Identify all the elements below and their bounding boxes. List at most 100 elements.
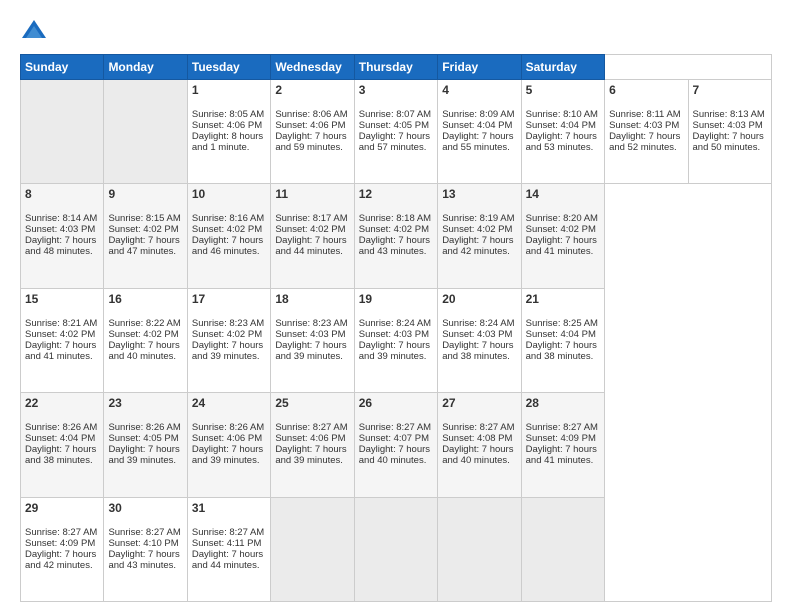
sunrise-text: Sunrise: 8:14 AM [25, 213, 97, 224]
sunrise-text: Sunrise: 8:17 AM [275, 213, 347, 224]
weekday-header-wednesday: Wednesday [271, 55, 354, 80]
calendar-cell [521, 497, 604, 601]
sunrise-text: Sunrise: 8:27 AM [526, 422, 598, 433]
daylight-text: Daylight: 7 hours and 39 minutes. [192, 444, 263, 466]
day-number: 27 [442, 396, 516, 410]
daylight-text: Daylight: 7 hours and 40 minutes. [359, 444, 430, 466]
sunset-text: Sunset: 4:02 PM [526, 224, 596, 235]
sunset-text: Sunset: 4:06 PM [192, 120, 262, 131]
sunrise-text: Sunrise: 8:22 AM [108, 318, 180, 329]
day-number: 26 [359, 396, 433, 410]
day-number: 8 [25, 187, 99, 201]
daylight-text: Daylight: 7 hours and 48 minutes. [25, 235, 96, 257]
calendar-cell: 2Sunrise: 8:06 AMSunset: 4:06 PMDaylight… [271, 80, 354, 184]
calendar-cell: 1Sunrise: 8:05 AMSunset: 4:06 PMDaylight… [187, 80, 270, 184]
daylight-text: Daylight: 7 hours and 44 minutes. [192, 549, 263, 571]
day-number: 16 [108, 292, 182, 306]
calendar-cell [438, 497, 521, 601]
sunrise-text: Sunrise: 8:27 AM [359, 422, 431, 433]
sunset-text: Sunset: 4:03 PM [693, 120, 763, 131]
sunrise-text: Sunrise: 8:10 AM [526, 109, 598, 120]
logo [20, 16, 52, 44]
sunset-text: Sunset: 4:04 PM [442, 120, 512, 131]
daylight-text: Daylight: 7 hours and 41 minutes. [526, 444, 597, 466]
calendar-cell: 26Sunrise: 8:27 AMSunset: 4:07 PMDayligh… [354, 393, 437, 497]
calendar-cell: 31Sunrise: 8:27 AMSunset: 4:11 PMDayligh… [187, 497, 270, 601]
sunrise-text: Sunrise: 8:26 AM [25, 422, 97, 433]
daylight-text: Daylight: 7 hours and 42 minutes. [25, 549, 96, 571]
daylight-text: Daylight: 7 hours and 41 minutes. [526, 235, 597, 257]
calendar-week-3: 15Sunrise: 8:21 AMSunset: 4:02 PMDayligh… [21, 288, 772, 392]
sunrise-text: Sunrise: 8:21 AM [25, 318, 97, 329]
daylight-text: Daylight: 7 hours and 38 minutes. [442, 340, 513, 362]
sunrise-text: Sunrise: 8:27 AM [442, 422, 514, 433]
sunset-text: Sunset: 4:02 PM [442, 224, 512, 235]
daylight-text: Daylight: 7 hours and 57 minutes. [359, 131, 430, 153]
page: SundayMondayTuesdayWednesdayThursdayFrid… [0, 0, 792, 612]
sunset-text: Sunset: 4:03 PM [609, 120, 679, 131]
calendar-cell: 4Sunrise: 8:09 AMSunset: 4:04 PMDaylight… [438, 80, 521, 184]
sunrise-text: Sunrise: 8:26 AM [108, 422, 180, 433]
sunset-text: Sunset: 4:08 PM [442, 433, 512, 444]
sunrise-text: Sunrise: 8:24 AM [359, 318, 431, 329]
calendar-cell: 27 Sunrise: 8:27 AMSunset: 4:08 PMDayligh… [438, 393, 521, 497]
day-number: 24 [192, 396, 266, 410]
sunrise-text: Sunrise: 8:18 AM [359, 213, 431, 224]
day-number: 17 [192, 292, 266, 306]
calendar-week-4: 22Sunrise: 8:26 AMSunset: 4:04 PMDayligh… [21, 393, 772, 497]
sunset-text: Sunset: 4:04 PM [25, 433, 95, 444]
daylight-text: Daylight: 7 hours and 43 minutes. [359, 235, 430, 257]
day-number: 20 [442, 292, 516, 306]
daylight-text: Daylight: 7 hours and 53 minutes. [526, 131, 597, 153]
sunset-text: Sunset: 4:11 PM [192, 538, 262, 549]
sunset-text: Sunset: 4:03 PM [25, 224, 95, 235]
sunset-text: Sunset: 4:02 PM [192, 224, 262, 235]
sunset-text: Sunset: 4:03 PM [442, 329, 512, 340]
daylight-text: Daylight: 7 hours and 39 minutes. [359, 340, 430, 362]
calendar-cell: 21Sunrise: 8:25 AMSunset: 4:04 PMDayligh… [521, 288, 604, 392]
sunset-text: Sunset: 4:03 PM [359, 329, 429, 340]
sunset-text: Sunset: 4:02 PM [192, 329, 262, 340]
daylight-text: Daylight: 7 hours and 39 minutes. [275, 340, 346, 362]
sunrise-text: Sunrise: 8:20 AM [526, 213, 598, 224]
calendar-cell: 10Sunrise: 8:16 AMSunset: 4:02 PMDayligh… [187, 184, 270, 288]
calendar-cell: 18Sunrise: 8:23 AMSunset: 4:03 PMDayligh… [271, 288, 354, 392]
calendar-cell: 17Sunrise: 8:23 AMSunset: 4:02 PMDayligh… [187, 288, 270, 392]
day-number: 2 [275, 83, 349, 97]
daylight-text: Daylight: 7 hours and 38 minutes. [25, 444, 96, 466]
day-number: 13 [442, 187, 516, 201]
calendar-cell: 13Sunrise: 8:19 AMSunset: 4:02 PMDayligh… [438, 184, 521, 288]
sunrise-text: Sunrise: 8:23 AM [192, 318, 264, 329]
calendar-cell: 16Sunrise: 8:22 AMSunset: 4:02 PMDayligh… [104, 288, 187, 392]
sunrise-text: Sunrise: 8:27 AM [108, 527, 180, 538]
sunrise-text: Sunrise: 8:11 AM [609, 109, 681, 120]
day-number: 9 [108, 187, 182, 201]
sunset-text: Sunset: 4:09 PM [25, 538, 95, 549]
calendar-cell: 14Sunrise: 8:20 AMSunset: 4:02 PMDayligh… [521, 184, 604, 288]
sunset-text: Sunset: 4:06 PM [275, 120, 345, 131]
sunset-text: Sunset: 4:03 PM [275, 329, 345, 340]
calendar-cell: 30Sunrise: 8:27 AMSunset: 4:10 PMDayligh… [104, 497, 187, 601]
day-number: 29 [25, 501, 99, 515]
calendar-cell [271, 497, 354, 601]
sunrise-text: Sunrise: 8:07 AM [359, 109, 431, 120]
calendar-cell: 29Sunrise: 8:27 AMSunset: 4:09 PMDayligh… [21, 497, 104, 601]
calendar-week-5: 29Sunrise: 8:27 AMSunset: 4:09 PMDayligh… [21, 497, 772, 601]
sunset-text: Sunset: 4:02 PM [25, 329, 95, 340]
calendar-cell [21, 80, 104, 184]
sunrise-text: Sunrise: 8:19 AM [442, 213, 514, 224]
sunrise-text: Sunrise: 8:16 AM [192, 213, 264, 224]
calendar-cell: 28Sunrise: 8:27 AMSunset: 4:09 PMDayligh… [521, 393, 604, 497]
daylight-text: Daylight: 7 hours and 39 minutes. [108, 444, 179, 466]
sunset-text: Sunset: 4:02 PM [108, 329, 178, 340]
day-number: 1 [192, 83, 266, 97]
header [20, 16, 772, 44]
sunrise-text: Sunrise: 8:15 AM [108, 213, 180, 224]
daylight-text: Daylight: 7 hours and 40 minutes. [442, 444, 513, 466]
calendar-week-1: 1Sunrise: 8:05 AMSunset: 4:06 PMDaylight… [21, 80, 772, 184]
sunset-text: Sunset: 4:10 PM [108, 538, 178, 549]
daylight-text: Daylight: 7 hours and 59 minutes. [275, 131, 346, 153]
day-number: 31 [192, 501, 266, 515]
day-number: 11 [275, 187, 349, 201]
sunrise-text: Sunrise: 8:25 AM [526, 318, 598, 329]
